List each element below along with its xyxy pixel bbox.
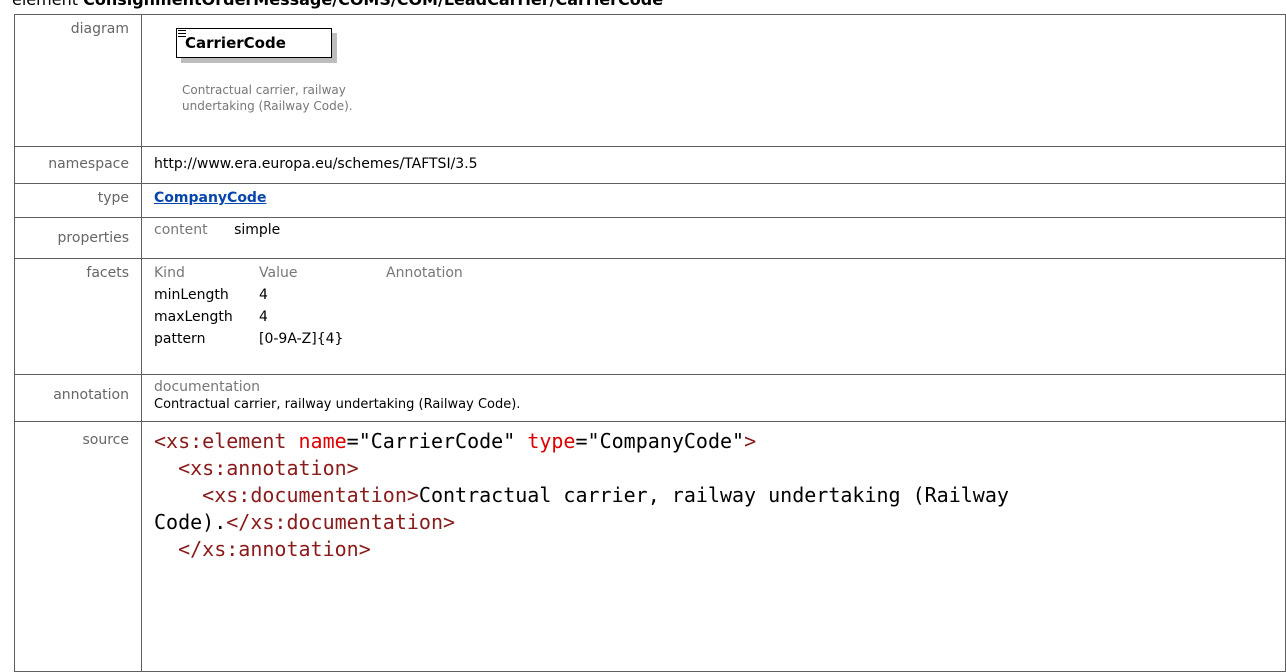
facet-annotation <box>386 285 463 307</box>
label-source: source <box>14 421 142 672</box>
facet-annotation <box>386 307 463 329</box>
row-annotation: annotation documentation Contractual car… <box>14 374 1286 422</box>
src-value: "CarrierCode" <box>358 429 516 453</box>
src-text: Contractual carrier, railway undertaking… <box>418 483 1009 507</box>
facet-value: 4 <box>259 309 268 325</box>
annotation-head: documentation <box>154 379 261 395</box>
diagram-doc-text: Contractual carrier, railway undertaking… <box>182 83 353 113</box>
facets-header-kind: Kind <box>154 265 185 281</box>
facet-kind: pattern <box>154 331 206 347</box>
annotation-text: Contractual carrier, railway undertaking… <box>154 397 521 412</box>
facet-row: maxLength 4 <box>154 307 463 329</box>
src-tag: <xs:element <box>154 429 287 453</box>
label-namespace: namespace <box>14 146 142 184</box>
element-doc-table: diagram CarrierCode Contractual carrier,… <box>14 14 1286 672</box>
properties-line: content simple <box>154 218 1285 238</box>
facet-kind: minLength <box>154 287 229 303</box>
facet-value: 4 <box>259 287 268 303</box>
facets-header-annotation: Annotation <box>386 265 463 281</box>
facet-row: minLength 4 <box>154 285 463 307</box>
row-namespace: namespace http://www.era.europa.eu/schem… <box>14 146 1286 184</box>
facets-table: Kind Value Annotation minLength 4 maxLen… <box>154 263 463 351</box>
diagram-cell: CarrierCode Contractual carrier, railway… <box>141 14 1286 147</box>
row-type: type CompanyCode <box>14 183 1286 218</box>
diagram-box: CarrierCode <box>176 28 332 58</box>
namespace-value: http://www.era.europa.eu/schemes/TAFTSI/… <box>154 156 478 172</box>
label-diagram: diagram <box>14 14 142 147</box>
label-facets: facets <box>14 258 142 375</box>
heading-prefix: element <box>12 0 78 9</box>
label-type: type <box>14 183 142 218</box>
src-tag: <xs:documentation> <box>202 483 419 507</box>
properties-value: simple <box>234 222 281 238</box>
src-tag: > <box>744 429 757 453</box>
src-attr: type <box>527 429 576 453</box>
facets-header-value: Value <box>259 265 298 281</box>
facet-row: pattern [0-9A-Z]{4} <box>154 329 463 351</box>
properties-key: content <box>154 222 208 238</box>
page-heading: element ConsignmentOrderMessage/COMS/COM… <box>12 0 663 10</box>
facet-annotation <box>386 329 463 351</box>
list-lines-icon <box>178 30 186 39</box>
row-properties: properties content simple <box>14 217 1286 259</box>
src-text: Code). <box>154 510 227 534</box>
src-attr: name <box>298 429 347 453</box>
source-code: <xs:element name="CarrierCode" type="Com… <box>154 429 1009 561</box>
row-diagram: diagram CarrierCode Contractual carrier,… <box>14 14 1286 147</box>
src-tag: </xs:annotation> <box>178 537 371 561</box>
row-source: source <xs:element name="CarrierCode" ty… <box>14 421 1286 672</box>
src-value: "CompanyCode" <box>587 429 745 453</box>
label-properties: properties <box>14 217 142 259</box>
src-tag: <xs:annotation> <box>178 456 359 480</box>
diagram-box-label: CarrierCode <box>185 34 286 52</box>
row-facets: facets Kind Value Annotation minLength 4… <box>14 258 1286 375</box>
facet-value: [0-9A-Z]{4} <box>259 331 344 347</box>
facets-header-row: Kind Value Annotation <box>154 263 463 285</box>
src-tag: </xs:documentation> <box>226 510 456 534</box>
facet-kind: maxLength <box>154 309 233 325</box>
type-link[interactable]: CompanyCode <box>154 184 266 206</box>
diagram-element-box[interactable]: CarrierCode <box>176 28 346 72</box>
label-annotation: annotation <box>14 374 142 422</box>
heading-path: ConsignmentOrderMessage/COMS/COM/LeadCar… <box>83 0 663 9</box>
